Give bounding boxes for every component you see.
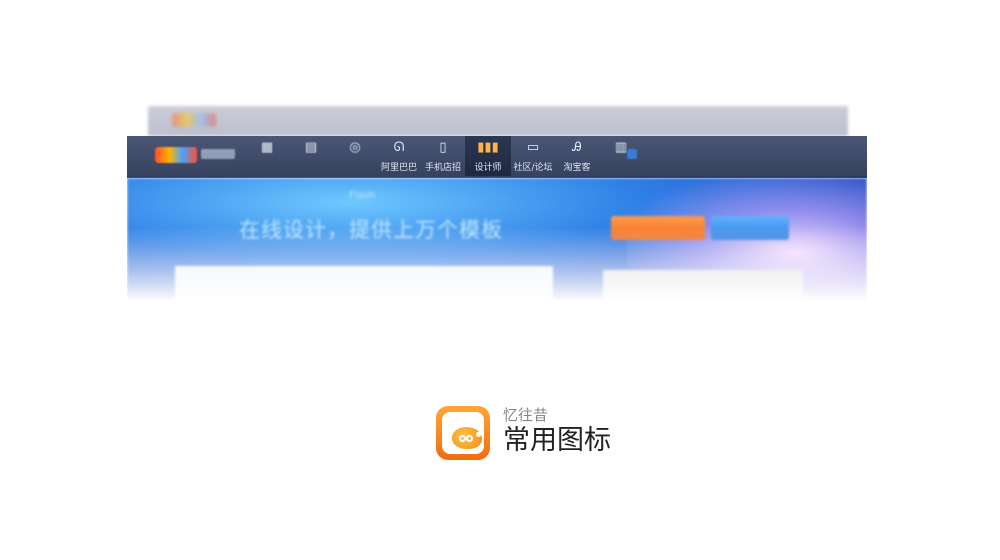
nav-item-phone[interactable]: ▯ 手机店招 <box>421 136 465 176</box>
nav-link-4[interactable] <box>709 149 732 160</box>
nav-item-calendar[interactable]: ▦ <box>245 136 289 176</box>
nav-item-forum[interactable]: ▭ 社区/论坛 <box>511 136 555 176</box>
side-panel <box>603 270 803 300</box>
icon-inner-square <box>442 412 484 454</box>
forum-icon: ▭ <box>526 140 540 155</box>
brand-title: 常用图标 <box>503 425 611 456</box>
site-logo[interactable] <box>155 146 235 166</box>
target-icon: ◎ <box>349 140 361 155</box>
brand-app-icon <box>436 406 490 460</box>
phone-icon: ▯ <box>439 140 447 155</box>
nav-item-label: 社区/论坛 <box>513 163 553 173</box>
designer-icon: ▮▮▮ <box>477 140 499 155</box>
logo-mark <box>155 147 197 163</box>
mascot-eye-icon <box>459 435 466 442</box>
background-logo <box>172 113 216 127</box>
calendar-icon: ▦ <box>260 140 274 155</box>
nav-item-taoke[interactable]: Ꭿ 淘宝客 <box>555 136 599 176</box>
top-navbar: ▦ ▤ ◎ ᘏ 阿里巴巴 ▯ 手机店招 ▮▮▮ 设计师 ▭ 社区/论坛 Ꭿ 淘宝… <box>127 136 867 178</box>
taoke-icon: Ꭿ <box>572 140 582 155</box>
mascot-icon <box>452 427 482 449</box>
nav-link-2[interactable] <box>660 149 671 160</box>
logo-text <box>201 149 235 159</box>
mascot-dot-icon <box>476 432 481 437</box>
banner-headline: 在线设计，提供上万个模板 <box>239 218 503 242</box>
brand-subtitle: 忆往昔 <box>503 406 549 424</box>
nav-link-5[interactable] <box>742 149 753 160</box>
nav-items: ▦ ▤ ◎ ᘏ 阿里巴巴 ▯ 手机店招 ▮▮▮ 设计师 ▭ 社区/论坛 Ꭿ 淘宝… <box>245 136 643 176</box>
nav-link-3[interactable] <box>682 149 699 160</box>
nav-link-1[interactable] <box>627 149 650 160</box>
alibaba-icon: ᘏ <box>393 140 405 155</box>
banner-tag: Flash <box>349 190 376 201</box>
blue-square-icon <box>627 149 637 159</box>
nav-item-alibaba[interactable]: ᘏ 阿里巴巴 <box>377 136 421 176</box>
nav-item-label: 手机店招 <box>424 163 461 173</box>
nav-item-document[interactable]: ▤ <box>289 136 333 176</box>
nav-item-label: 淘宝客 <box>563 163 591 173</box>
hero-banner: Flash 在线设计，提供上万个模板 <box>127 178 867 301</box>
nav-links <box>627 149 775 160</box>
search-panel[interactable] <box>175 266 553 301</box>
card-icon: ▥ <box>614 140 628 155</box>
secondary-cta-button[interactable] <box>711 216 789 240</box>
nav-item-label: 设计师 <box>474 163 502 173</box>
background-toolbar <box>148 106 848 136</box>
nav-item-label: 阿里巴巴 <box>380 163 417 173</box>
nav-item-target[interactable]: ◎ <box>333 136 377 176</box>
mascot-eye-icon <box>466 435 473 442</box>
primary-cta-button[interactable] <box>611 216 705 240</box>
document-icon: ▤ <box>304 140 318 155</box>
nav-link-6[interactable] <box>763 149 774 160</box>
website-screenshot: ▦ ▤ ◎ ᘏ 阿里巴巴 ▯ 手机店招 ▮▮▮ 设计师 ▭ 社区/论坛 Ꭿ 淘宝… <box>127 136 867 301</box>
nav-item-designer[interactable]: ▮▮▮ 设计师 <box>465 136 511 176</box>
